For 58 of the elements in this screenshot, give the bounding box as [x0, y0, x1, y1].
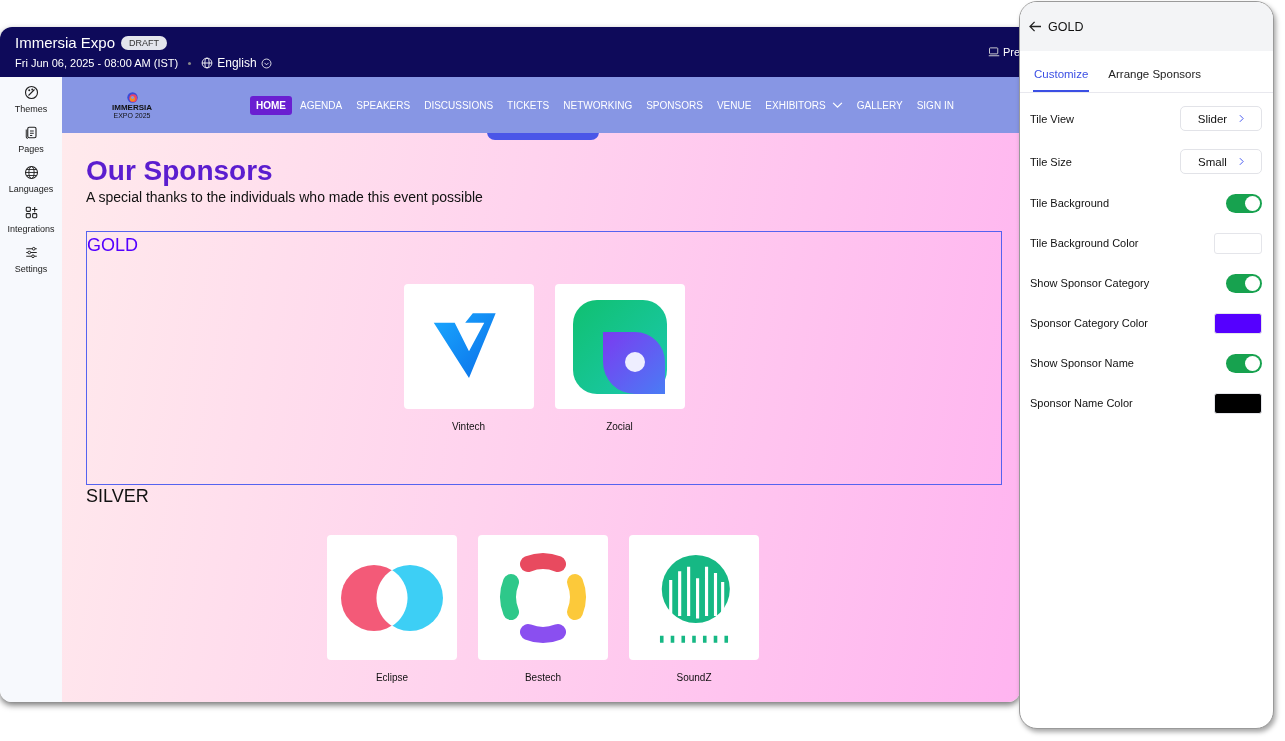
sidebar-item[interactable]: Languages [1, 165, 61, 194]
color-swatch[interactable] [1214, 392, 1262, 414]
toggle-switch[interactable] [1226, 193, 1262, 213]
sponsor-name: SoundZ [676, 672, 712, 683]
sponsor-tile[interactable] [478, 535, 608, 660]
leaf-logo-icon [572, 299, 667, 394]
globe-icon [201, 57, 214, 69]
color-swatch[interactable] [1214, 232, 1262, 254]
back-arrow-icon[interactable] [1029, 21, 1042, 32]
select-button[interactable]: Small [1180, 149, 1262, 174]
toggle-switch[interactable] [1226, 353, 1262, 373]
chevron-right-icon [1238, 157, 1244, 166]
setting-label: Show Sponsor Category [1030, 277, 1150, 289]
panel-tab[interactable]: Customize [1033, 61, 1090, 92]
sidebar-item[interactable]: Themes [1, 85, 61, 114]
chevron-down-icon [260, 57, 272, 69]
toggle-switch[interactable] [1226, 273, 1262, 293]
panel-title: GOLD [1048, 19, 1084, 34]
grid-plus-icon [23, 205, 39, 220]
setting-label: Show Sponsor Name [1030, 357, 1134, 369]
page-subtitle: A special thanks to the individuals who made this event possible [86, 189, 484, 205]
sponsor-name: Zocial [606, 421, 633, 432]
chevron-right-icon [1239, 114, 1245, 123]
sponsor-name: Vintech [451, 421, 486, 432]
sponsor-tile[interactable] [403, 284, 534, 409]
sponsor-tile[interactable] [554, 284, 685, 409]
sponsor-tile[interactable] [629, 535, 759, 660]
device-icon [987, 46, 1000, 58]
palette-icon [23, 85, 39, 100]
status-badge: DRAFT [121, 35, 168, 50]
setting-label: Tile Background [1030, 197, 1110, 209]
panel-tab[interactable]: Arrange Sponsors [1107, 61, 1203, 92]
swirl-logo-icon [125, 91, 139, 104]
globe-icon [23, 165, 39, 180]
setting-label: Tile Background Color [1030, 237, 1139, 249]
sliders-icon [23, 245, 39, 260]
setting-label: Sponsor Name Color [1030, 397, 1133, 409]
setting-label: Tile Size [1030, 155, 1072, 168]
page-heading: Our Sponsors [86, 155, 274, 187]
event-date: Fri Jun 06, 2025 - 08:00 AM (IST) [15, 57, 179, 69]
sponsor-tile[interactable] [327, 535, 457, 660]
language-selector[interactable]: English [201, 56, 272, 70]
setting-label: Tile View [1030, 112, 1075, 125]
sidebar-item[interactable]: Integrations [1, 205, 61, 234]
color-swatch[interactable] [1214, 312, 1262, 334]
pages-icon [23, 125, 39, 140]
separator-dot [188, 61, 192, 65]
setting-label: Sponsor Category Color [1030, 317, 1148, 329]
category-heading: GOLD [87, 234, 139, 256]
sidebar-item[interactable]: Pages [1, 125, 61, 154]
preview-button[interactable]: Pre [987, 46, 1020, 58]
sponsor-name: Eclipse [375, 672, 409, 683]
nav-link[interactable]: HOME [250, 95, 292, 115]
sidebar-item[interactable]: Settings [1, 245, 61, 274]
sponsor-name: Bestech [524, 672, 562, 683]
category-heading: SILVER [86, 485, 150, 507]
event-title: Immersia Expo [15, 34, 116, 51]
select-button[interactable]: Slider [1180, 106, 1262, 131]
